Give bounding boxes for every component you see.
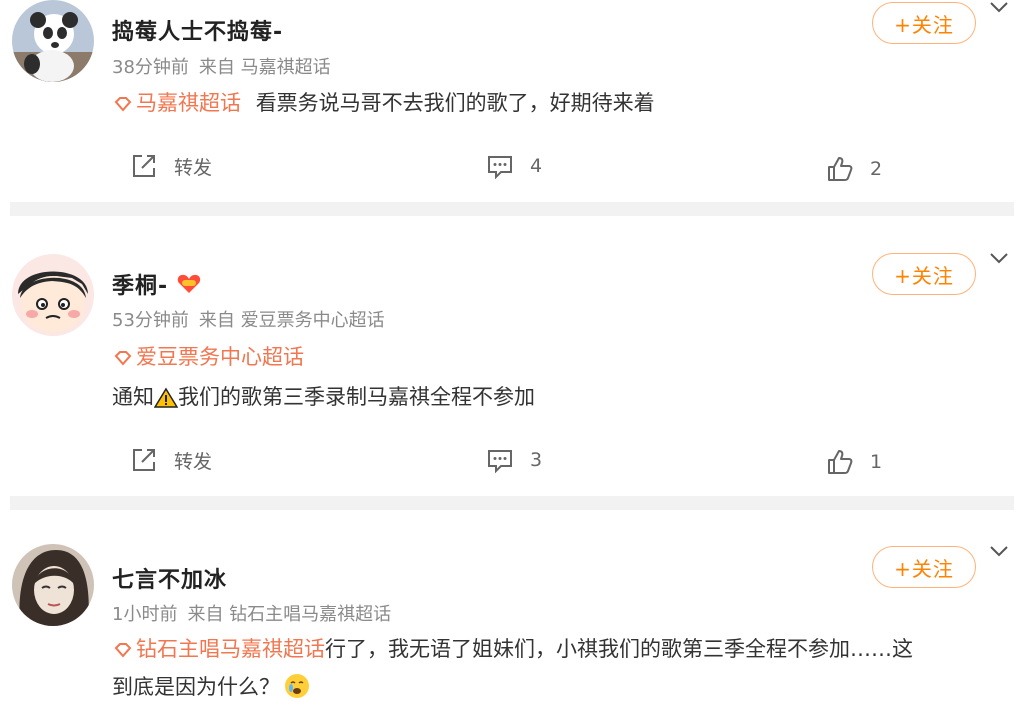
diamond-icon bbox=[114, 97, 132, 112]
chevron-down-icon[interactable] bbox=[988, 251, 1010, 267]
topic-label: 爱豆票务中心超话 bbox=[136, 345, 304, 369]
post-text-line-1: 钻石主唱马嘉祺超话行了，我无语了姐妹们，小祺我们的歌第三季全程不参加……这 bbox=[112, 630, 1002, 668]
topic-label: 钻石主唱马嘉祺超话 bbox=[136, 637, 325, 661]
crying-emoji-icon bbox=[285, 674, 309, 698]
like-count: 1 bbox=[870, 451, 883, 473]
post-meta: 1小时前 来自 钻石主唱马嘉祺超话 bbox=[112, 600, 401, 626]
thumbs-up-icon bbox=[828, 450, 853, 474]
avatar[interactable] bbox=[12, 254, 94, 336]
like-button[interactable]: 2 bbox=[826, 155, 882, 183]
avatar[interactable] bbox=[12, 0, 94, 82]
repost-button[interactable]: 转发 bbox=[130, 152, 212, 180]
post-meta: 53分钟前 来自 爱豆票务中心超话 bbox=[112, 306, 395, 332]
diamond-icon bbox=[114, 643, 132, 658]
comment-button[interactable]: 4 bbox=[486, 152, 542, 180]
chevron-down-icon[interactable] bbox=[988, 544, 1010, 560]
like-count: 2 bbox=[870, 158, 883, 180]
avatar[interactable] bbox=[12, 544, 94, 626]
topic-link[interactable]: 钻石主唱马嘉祺超话 bbox=[112, 637, 325, 661]
repost-label: 转发 bbox=[174, 156, 213, 179]
warning-icon bbox=[154, 387, 178, 408]
topic-link[interactable]: 马嘉祺超话 bbox=[112, 91, 241, 115]
comment-icon bbox=[488, 450, 512, 474]
post-meta: 38分钟前 来自 马嘉祺超话 bbox=[112, 53, 341, 79]
vip-heart-icon bbox=[177, 274, 201, 293]
post-time: 1小时前 bbox=[112, 604, 178, 625]
topic-link[interactable]: 爱豆票务中心超话 bbox=[112, 338, 1002, 376]
comment-button[interactable]: 3 bbox=[486, 446, 542, 474]
post-3: 七言不加冰 1小时前 来自 钻石主唱马嘉祺超话 +关注 钻石主唱马嘉祺超话行了，我… bbox=[10, 510, 1014, 715]
post-source[interactable]: 来自 钻石主唱马嘉祺超话 bbox=[187, 604, 391, 625]
post-2: 季桐- 53分钟前 来自 爱豆票务中心超话 +关注 爱豆票务中心超话 通知 我们的歌… bbox=[10, 216, 1014, 494]
share-icon bbox=[133, 449, 155, 471]
comment-count: 3 bbox=[530, 449, 543, 471]
post-separator bbox=[10, 202, 1014, 216]
post-content: 钻石主唱马嘉祺超话行了，我无语了姐妹们，小祺我们的歌第三季全程不参加……这 到底… bbox=[112, 630, 1002, 706]
repost-button[interactable]: 转发 bbox=[130, 446, 212, 474]
username-row: 季桐- bbox=[112, 268, 202, 300]
username[interactable]: 季桐- bbox=[112, 268, 168, 300]
post-text: 我们的歌第三季录制马嘉祺全程不参加 bbox=[178, 385, 535, 409]
post-time: 53分钟前 bbox=[112, 310, 189, 331]
username[interactable]: 捣莓人士不捣莓- bbox=[112, 14, 283, 46]
post-text-continued: 到底是因为什么？ bbox=[112, 675, 280, 699]
post-source[interactable]: 来自 马嘉祺超话 bbox=[199, 57, 331, 78]
post-1: 捣莓人士不捣莓- 38分钟前 来自 马嘉祺超话 +关注 马嘉祺超话 看票务说马哥不… bbox=[10, 0, 1014, 200]
follow-button[interactable]: +关注 bbox=[872, 2, 976, 44]
post-text: 看票务说马哥不去我们的歌了，好期待来着 bbox=[255, 91, 655, 115]
follow-button[interactable]: +关注 bbox=[872, 253, 976, 295]
comment-icon bbox=[488, 156, 512, 180]
post-text-line-2: 到底是因为什么？ bbox=[112, 668, 1002, 706]
like-button[interactable]: 1 bbox=[826, 448, 882, 476]
comment-count: 4 bbox=[530, 155, 543, 177]
share-icon bbox=[133, 155, 155, 177]
post-content: 通知 我们的歌第三季录制马嘉祺全程不参加 bbox=[112, 378, 1002, 416]
post-source[interactable]: 来自 爱豆票务中心超话 bbox=[199, 310, 385, 331]
chevron-down-icon[interactable] bbox=[988, 0, 1010, 16]
post-separator bbox=[10, 496, 1014, 510]
post-content: 马嘉祺超话 看票务说马哥不去我们的歌了，好期待来着 bbox=[112, 84, 1002, 122]
topic-label: 马嘉祺超话 bbox=[136, 91, 241, 115]
post-text: 行了，我无语了姐妹们，小祺我们的歌第三季全程不参加……这 bbox=[325, 637, 913, 661]
thumbs-up-icon bbox=[828, 157, 853, 181]
post-time: 38分钟前 bbox=[112, 57, 189, 78]
diamond-icon bbox=[114, 351, 132, 366]
post-text-prefix: 通知 bbox=[112, 385, 154, 409]
repost-label: 转发 bbox=[174, 450, 213, 473]
follow-button[interactable]: +关注 bbox=[872, 546, 976, 588]
username[interactable]: 七言不加冰 bbox=[112, 562, 227, 594]
